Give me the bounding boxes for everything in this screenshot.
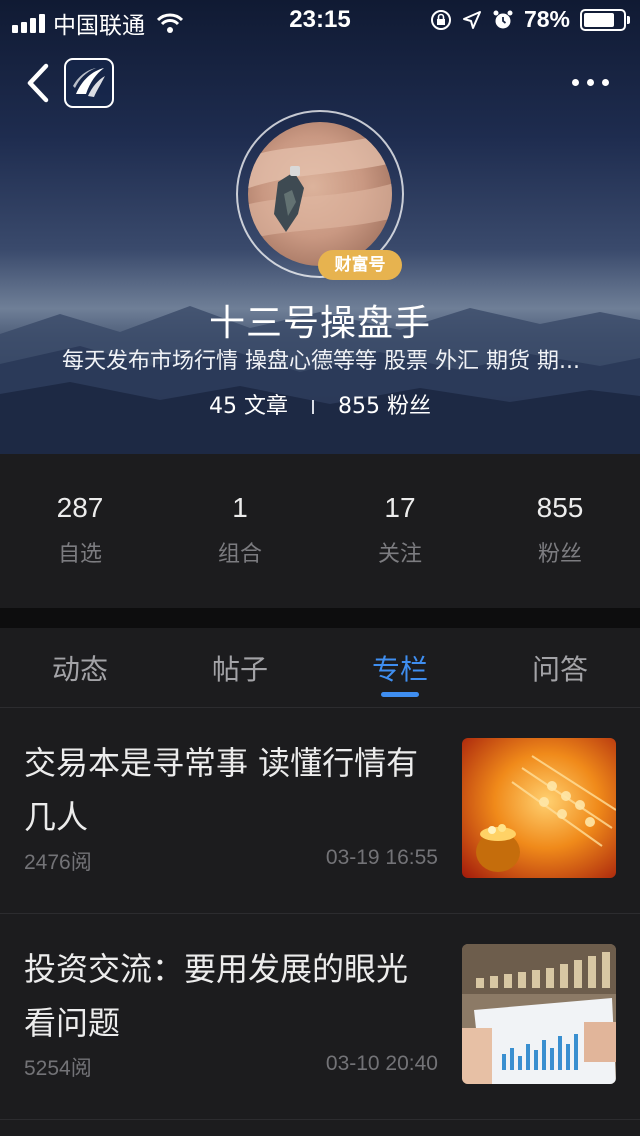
location-icon (462, 10, 481, 29)
more-options-button[interactable] (572, 70, 614, 94)
battery-icon (580, 8, 630, 31)
tab-label: 专栏 (371, 653, 428, 686)
article-item[interactable]: 交易本是寻常事 读懂行情有几人 2476阅 03-19 16:55 (0, 708, 640, 914)
tab-column[interactable]: 专栏 (320, 628, 480, 707)
dot-icon (602, 78, 609, 86)
divider (312, 400, 314, 414)
battery-percent: 78% (523, 6, 570, 32)
stat-value: 855 (536, 492, 584, 523)
app-logo-icon (64, 58, 114, 108)
stat-watchlist[interactable]: 287 自选 (0, 454, 160, 608)
stat-value: 287 (56, 492, 104, 523)
tab-label: 动态 (51, 653, 108, 686)
status-bar: 中国联通 23:15 78% (0, 0, 640, 40)
stat-label: 组合 (217, 542, 262, 567)
tab-label: 帖子 (211, 653, 268, 686)
tab-qa[interactable]: 问答 (480, 628, 640, 707)
content-tabs: 动态 帖子 专栏 问答 (0, 628, 640, 708)
stat-value: 17 (384, 492, 416, 523)
profile-name: 十三号操盘手 (208, 303, 431, 344)
gold-abacus-image (462, 738, 616, 878)
stat-label: 关注 (377, 542, 422, 567)
tab-activity[interactable]: 动态 (0, 628, 160, 707)
avatar[interactable] (248, 122, 392, 266)
rotation-lock-icon (430, 9, 451, 30)
tab-posts[interactable]: 帖子 (160, 628, 320, 707)
stat-label: 自选 (57, 542, 102, 567)
article-date: 03-10 20:40 (325, 1052, 438, 1075)
dot-icon (587, 78, 594, 86)
stat-value: 1 (232, 492, 248, 523)
article-date: 03-19 16:55 (325, 846, 438, 869)
profile-counts: 45 文章 855 粉丝 (0, 388, 640, 420)
stats-bar: 287 自选 1 组合 17 关注 855 粉丝 (0, 454, 640, 608)
stat-fans[interactable]: 855 粉丝 (480, 454, 640, 608)
alarm-icon (493, 10, 513, 28)
profile-bio: 每天发布市场行情 操盘心德等等 股票 外汇 期货 期... (62, 349, 580, 374)
section-gap (0, 608, 640, 628)
stat-following[interactable]: 17 关注 (320, 454, 480, 608)
article-reads: 5254阅 (24, 1057, 92, 1080)
fans-count[interactable]: 855 粉丝 (338, 394, 431, 419)
active-tab-indicator (381, 692, 419, 697)
dot-icon (572, 78, 579, 86)
stat-portfolio[interactable]: 1 组合 (160, 454, 320, 608)
article-title: 交易本是寻常事 读懂行情有几人 (24, 744, 419, 836)
back-button[interactable] (22, 60, 56, 106)
stat-label: 粉丝 (537, 542, 582, 567)
wealth-badge: 财富号 (318, 250, 402, 280)
article-title: 投资交流：要用发展的眼光看问题 (24, 950, 409, 1042)
coins-chart-image (462, 944, 616, 1084)
articles-count[interactable]: 45 文章 (209, 394, 288, 419)
article-item[interactable]: 投资交流：要用发展的眼光看问题 5254阅 03-10 20:40 (0, 914, 640, 1120)
tab-label: 问答 (531, 653, 588, 686)
profile-header: 中国联通 23:15 78% 财富号 十三号操盘手 每天发布市场行情 操盘心德等… (0, 0, 640, 454)
article-reads: 2476阅 (24, 851, 92, 874)
list-continuation (0, 1120, 640, 1136)
